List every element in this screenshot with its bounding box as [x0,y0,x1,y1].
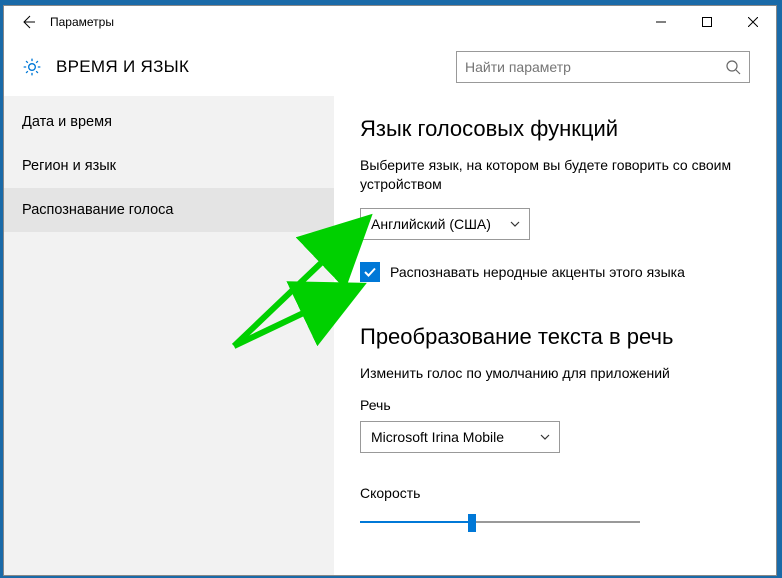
page-title: ВРЕМЯ И ЯЗЫК [56,57,189,77]
section-speech-language-title: Язык голосовых функций [360,116,750,142]
slider-fill [360,521,472,523]
chevron-down-icon [539,431,551,443]
minimize-button[interactable] [638,6,684,38]
main-panel: Язык голосовых функций Выберите язык, на… [334,96,776,575]
section-tts-title: Преобразование текста в речь [360,324,750,350]
search-icon [725,59,741,75]
sidebar-item-region-language[interactable]: Регион и язык [4,144,334,188]
search-input[interactable] [465,59,725,75]
speed-label: Скорость [360,485,750,501]
arrow-left-icon [20,14,36,30]
speed-slider[interactable] [360,509,640,537]
close-icon [748,17,758,27]
language-dropdown[interactable]: Английский (США) [360,208,530,240]
maximize-icon [702,17,712,27]
accents-checkbox[interactable] [360,262,380,282]
settings-window: Параметры ВРЕМЯ И ЯЗЫК Дата и время Ре [3,5,777,576]
close-button[interactable] [730,6,776,38]
sidebar-item-label: Распознавание голоса [22,202,174,218]
sidebar-item-date-time[interactable]: Дата и время [4,100,334,144]
dropdown-value: Английский (США) [371,216,491,232]
sidebar: Дата и время Регион и язык Распознавание… [4,96,334,575]
sidebar-item-label: Регион и язык [22,158,116,174]
chevron-down-icon [509,218,521,230]
sidebar-item-speech[interactable]: Распознавание голоса [4,188,334,232]
back-button[interactable] [14,8,42,36]
content-area: Дата и время Регион и язык Распознавание… [4,96,776,575]
window-title: Параметры [50,15,114,29]
dropdown-value: Microsoft Irina Mobile [371,429,504,445]
voice-dropdown[interactable]: Microsoft Irina Mobile [360,421,560,453]
maximize-button[interactable] [684,6,730,38]
minimize-icon [656,17,666,27]
gear-icon [22,57,42,77]
section-speech-language-desc: Выберите язык, на котором вы будете гово… [360,156,750,194]
accents-checkbox-row: Распознавать неродные акценты этого язык… [360,262,750,282]
slider-thumb[interactable] [468,514,476,532]
titlebar: Параметры [4,6,776,38]
checkbox-label: Распознавать неродные акценты этого язык… [390,264,685,280]
section-tts-desc: Изменить голос по умолчанию для приложен… [360,364,750,383]
header: ВРЕМЯ И ЯЗЫК [4,38,776,96]
check-icon [363,265,377,279]
sidebar-item-label: Дата и время [22,114,112,130]
search-box[interactable] [456,51,750,83]
voice-label: Речь [360,397,750,413]
